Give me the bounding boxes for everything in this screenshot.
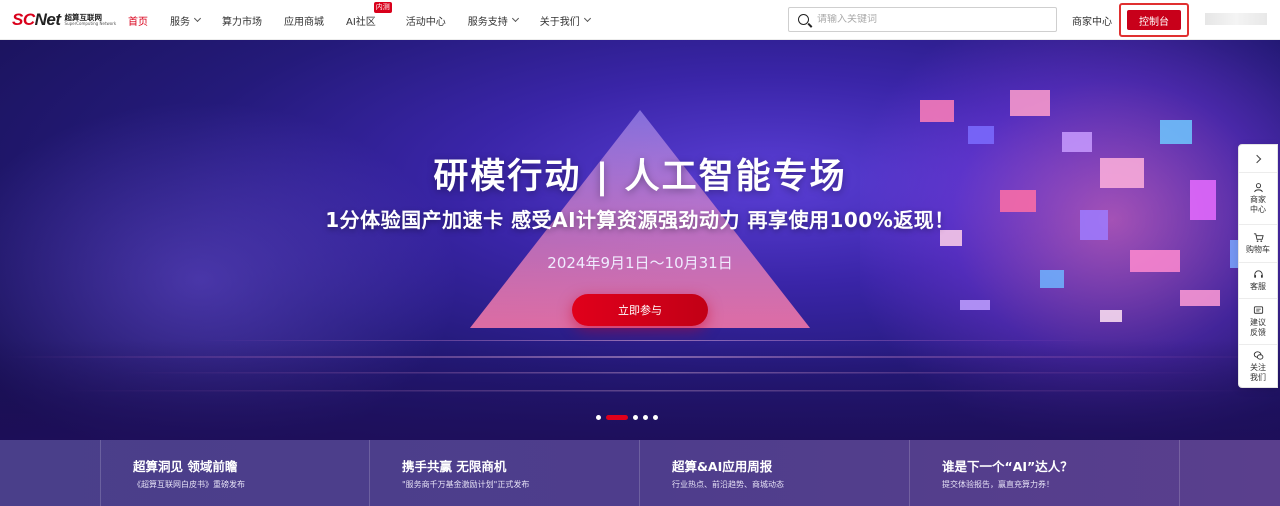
float-feedback[interactable]: 建议反馈 [1239,299,1277,345]
nav-about[interactable]: 关于我们 [540,13,591,28]
collapse-toggle[interactable] [1239,145,1277,173]
user-icon [1253,183,1263,193]
float-label: 购物车 [1246,245,1270,254]
feedback-icon [1253,306,1263,314]
scnet-logo[interactable]: SCNet 超算互联网 SuperComputing Network [12,9,116,31]
headset-icon [1253,270,1263,278]
join-now-button[interactable]: 立即参与 [572,294,708,326]
float-merchant-center[interactable]: 商家中心 [1239,173,1277,225]
chevron-down-icon [583,14,591,23]
chevron-down-icon [193,14,202,23]
carousel-dot[interactable] [633,415,638,420]
cart-icon [1253,233,1264,242]
float-cart[interactable]: 购物车 [1239,225,1277,263]
wechat-icon [1253,350,1263,360]
beta-badge: 内测 [373,1,392,13]
strip-card-title: 超算&AI应用周报 [672,459,773,474]
user-account-blurred[interactable] [1205,13,1267,25]
nav-compute-market[interactable]: 算力市场 [222,13,262,28]
float-label: 关注我们 [1250,362,1266,382]
strip-card[interactable]: 超算洞见 领域前瞻 《超算互联网白皮书》重磅发布 [100,440,370,506]
nav-support[interactable]: 服务支持 [468,13,519,28]
right-float-panel: 商家中心 购物车 客服 建议反馈 关注我们 [1238,144,1278,388]
carousel-dot-active[interactable] [606,415,628,420]
strip-card-desc: 行业热点、前沿趋势、商城动态 [672,480,784,489]
logo-en: SuperComputing Network [64,21,117,27]
nav-home[interactable]: 首页 [128,13,148,28]
strip-card-desc: "服务商千万基金激励计划"正式发布 [402,480,530,489]
nav-services[interactable]: 服务 [170,13,202,28]
strip-card-title: 携手共赢 无限商机 [402,459,507,474]
logo-mark: SCNet [12,10,61,29]
carousel-dots [596,415,663,420]
search-input[interactable] [817,14,1047,25]
strip-card[interactable]: 超算&AI应用周报 行业热点、前沿趋势、商城动态 [640,440,910,506]
strip-card[interactable]: 谁是下一个“AI”达人？ 提交体验报告，赢直充算力券！ [910,440,1180,506]
carousel-dot[interactable] [643,415,648,420]
merchant-center-link[interactable]: 商家中心 [1072,13,1112,28]
nav-events[interactable]: 活动中心 [406,13,446,28]
nav-app-store[interactable]: 应用商城 [284,13,324,28]
chevron-down-icon [511,14,519,23]
logo-text: 超算互联网 SuperComputing Network [65,14,117,27]
carousel-dot[interactable] [596,415,601,420]
strip-card-desc: 《超算互联网白皮书》重磅发布 [133,480,245,489]
strip-card-title: 超算洞见 领域前瞻 [133,459,238,474]
float-customer-service[interactable]: 客服 [1239,263,1277,299]
float-label: 商家中心 [1250,195,1266,214]
float-label: 建议反馈 [1250,318,1266,337]
strip-card[interactable]: 携手共赢 无限商机 "服务商千万基金激励计划"正式发布 [370,440,640,506]
search-icon[interactable] [798,14,809,25]
main-nav: 首页 服务 算力市场 应用商城 AI社区 内测 活动中心 服务支持 关于我们 [128,0,612,40]
banner-date: 2024年9月1日～10月31日 [547,254,733,272]
console-highlight: 控制台 [1119,3,1189,37]
carousel-dot[interactable] [653,415,658,420]
banner-floor [0,340,1280,440]
strip-card-title: 谁是下一个“AI”达人？ [942,459,1073,474]
float-follow-us[interactable]: 关注我们 [1239,345,1277,387]
logo-cn: 超算互联网 [64,12,103,22]
console-button[interactable]: 控制台 [1127,10,1181,30]
float-label: 客服 [1250,282,1266,291]
banner-title: 研模行动 | 人工智能专场 [433,157,847,197]
search-box[interactable] [788,7,1057,32]
hero-banner[interactable]: 研模行动 | 人工智能专场 1分体验国产加速卡 感受AI计算资源强劲动力 再享使… [0,40,1280,440]
banner-subtitle: 1分体验国产加速卡 感受AI计算资源强劲动力 再享使用100%返现！ [325,208,955,232]
nav-ai-community[interactable]: AI社区 内测 [346,1,392,28]
top-header: SCNet 超算互联网 SuperComputing Network 首页 服务… [0,0,1280,40]
strip-card-desc: 提交体验报告，赢直充算力券！ [942,480,1054,489]
chevron-right-icon [1252,154,1261,163]
news-strip: 超算洞见 领域前瞻 《超算互联网白皮书》重磅发布 携手共赢 无限商机 "服务商千… [0,440,1280,506]
